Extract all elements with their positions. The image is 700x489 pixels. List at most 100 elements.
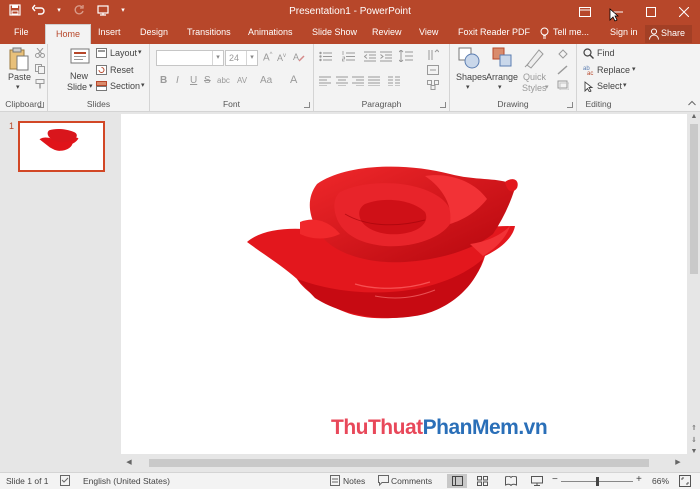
- find-icon: [583, 48, 594, 61]
- tab-file[interactable]: File: [14, 27, 29, 37]
- new-slide-dropdown-icon[interactable]: ▾: [89, 82, 93, 90]
- ribbon-display-icon[interactable]: [568, 0, 601, 24]
- tab-design[interactable]: Design: [140, 27, 168, 37]
- font-name-combobox[interactable]: ▾: [156, 50, 224, 66]
- font-size-dropdown-icon[interactable]: ▾: [246, 51, 257, 65]
- vertical-scroll-thumb[interactable]: [690, 124, 698, 274]
- align-right-icon: [352, 76, 364, 88]
- tab-animations[interactable]: Animations: [248, 27, 293, 37]
- layout-icon: [96, 48, 107, 60]
- scroll-left-icon[interactable]: ◀: [124, 458, 134, 466]
- paste-icon[interactable]: [9, 47, 29, 73]
- arrange-icon[interactable]: [492, 47, 514, 71]
- layout-button[interactable]: Layout: [110, 48, 137, 58]
- sign-in-link[interactable]: Sign in: [610, 27, 638, 37]
- copy-icon: [35, 64, 45, 76]
- horizontal-scroll-thumb[interactable]: [149, 459, 649, 467]
- slide-sorter-icon[interactable]: [477, 476, 488, 488]
- rose-image[interactable]: [245, 164, 525, 324]
- select-icon: [583, 81, 594, 94]
- tell-me-box[interactable]: Tell me...: [553, 27, 589, 37]
- shapes-button[interactable]: Shapes: [456, 72, 487, 82]
- fit-slide-icon[interactable]: [679, 475, 691, 489]
- comments-button[interactable]: Comments: [391, 476, 432, 486]
- tab-review[interactable]: Review: [372, 27, 402, 37]
- replace-dropdown-icon[interactable]: ▾: [632, 65, 636, 73]
- align-left-icon: [319, 76, 331, 88]
- zoom-slider-thumb[interactable]: [596, 477, 599, 486]
- tab-insert[interactable]: Insert: [98, 27, 121, 37]
- bold-button: B: [160, 75, 168, 86]
- tab-transitions[interactable]: Transitions: [187, 27, 231, 37]
- slide-thumbnail[interactable]: [18, 121, 105, 172]
- arrange-button[interactable]: Arrange: [486, 72, 518, 82]
- share-button[interactable]: Share: [645, 25, 692, 43]
- notes-button[interactable]: Notes: [343, 476, 365, 486]
- language-indicator[interactable]: English (United States): [83, 476, 170, 486]
- powerpoint-window: ▾ ▾ Presentation1 - PowerPoint File Home…: [0, 0, 700, 489]
- section-button[interactable]: Section: [110, 81, 140, 91]
- clipboard-dialog-launcher-icon[interactable]: [38, 102, 44, 108]
- paste-dropdown-icon[interactable]: ▾: [16, 83, 20, 91]
- align-text-icon: [427, 65, 439, 77]
- paragraph-dialog-launcher-icon[interactable]: [440, 102, 446, 108]
- notes-icon: [330, 475, 340, 488]
- font-name-dropdown-icon[interactable]: ▾: [212, 51, 223, 65]
- tab-slide-show[interactable]: Slide Show: [312, 27, 357, 37]
- arrange-dropdown-icon[interactable]: ▾: [498, 83, 502, 91]
- reading-view-icon[interactable]: [505, 475, 517, 488]
- collapse-ribbon-icon[interactable]: [688, 98, 696, 108]
- underline-button: U: [190, 75, 198, 86]
- tab-home[interactable]: Home: [45, 24, 92, 44]
- tab-view[interactable]: View: [419, 27, 438, 37]
- section-dropdown-icon[interactable]: ▾: [141, 81, 145, 89]
- drawing-group: Shapes ▾ Arrange ▾ Quick Styles ▾ Drawin…: [450, 44, 577, 112]
- previous-slide-icon[interactable]: ⇑: [689, 424, 699, 432]
- shapes-icon[interactable]: [458, 47, 480, 71]
- vertical-scrollbar[interactable]: ▲ ⇑ ⇓ ▼: [688, 112, 700, 458]
- title-bar: ▾ ▾ Presentation1 - PowerPoint: [0, 0, 700, 24]
- reset-button[interactable]: Reset: [110, 65, 134, 75]
- normal-view-button[interactable]: [447, 474, 467, 488]
- slide-canvas[interactable]: ThuThuatPhanMem.vn: [121, 114, 687, 454]
- scroll-right-icon[interactable]: ▶: [673, 458, 683, 466]
- new-slide-label-1[interactable]: New: [70, 71, 88, 81]
- horizontal-scrollbar[interactable]: ◀ ▶: [121, 456, 688, 470]
- lightbulb-icon: [540, 27, 549, 41]
- close-icon[interactable]: [667, 0, 700, 24]
- line-spacing-icon: [398, 49, 413, 64]
- select-dropdown-icon[interactable]: ▾: [623, 81, 627, 89]
- layout-dropdown-icon[interactable]: ▾: [138, 48, 142, 56]
- replace-button[interactable]: Replace: [597, 65, 630, 75]
- paste-button[interactable]: Paste: [8, 72, 31, 82]
- zoom-in-icon[interactable]: +: [636, 474, 642, 485]
- font-size-combobox[interactable]: 24 ▾: [225, 50, 258, 66]
- zoom-out-icon[interactable]: −: [552, 474, 558, 485]
- scroll-down-icon[interactable]: ▼: [689, 448, 699, 455]
- new-slide-label-2[interactable]: Slide: [67, 82, 87, 92]
- ribbon: Paste ▾ Clipboard New Slide ▾ Layout ▾ R…: [0, 44, 700, 112]
- mouse-cursor-icon: [609, 8, 619, 22]
- format-painter-icon: [35, 79, 45, 91]
- change-case-button: Aa: [260, 75, 273, 86]
- tab-foxit-reader-pdf[interactable]: Foxit Reader PDF: [458, 27, 530, 37]
- scroll-up-icon[interactable]: ▲: [689, 113, 699, 120]
- zoom-slider[interactable]: [561, 477, 633, 486]
- editing-group-label: Editing: [585, 99, 612, 109]
- spelling-check-icon[interactable]: [60, 475, 72, 488]
- new-slide-icon[interactable]: [70, 47, 90, 69]
- select-button[interactable]: Select: [597, 81, 622, 91]
- comments-icon: [378, 475, 389, 488]
- find-button[interactable]: Find: [597, 48, 615, 58]
- shapes-dropdown-icon[interactable]: ▾: [466, 83, 470, 91]
- person-icon: [649, 28, 659, 40]
- font-dialog-launcher-icon[interactable]: [304, 102, 310, 108]
- zoom-level[interactable]: 66%: [652, 476, 669, 486]
- slide-count[interactable]: Slide 1 of 1: [6, 476, 49, 486]
- status-bar: Slide 1 of 1 English (United States) Not…: [0, 472, 700, 489]
- next-slide-icon[interactable]: ⇓: [689, 436, 699, 444]
- drawing-dialog-launcher-icon[interactable]: [567, 102, 573, 108]
- maximize-icon[interactable]: [634, 0, 667, 24]
- slide-show-icon[interactable]: [531, 476, 543, 488]
- slide-thumbnails-pane: 1: [0, 112, 118, 472]
